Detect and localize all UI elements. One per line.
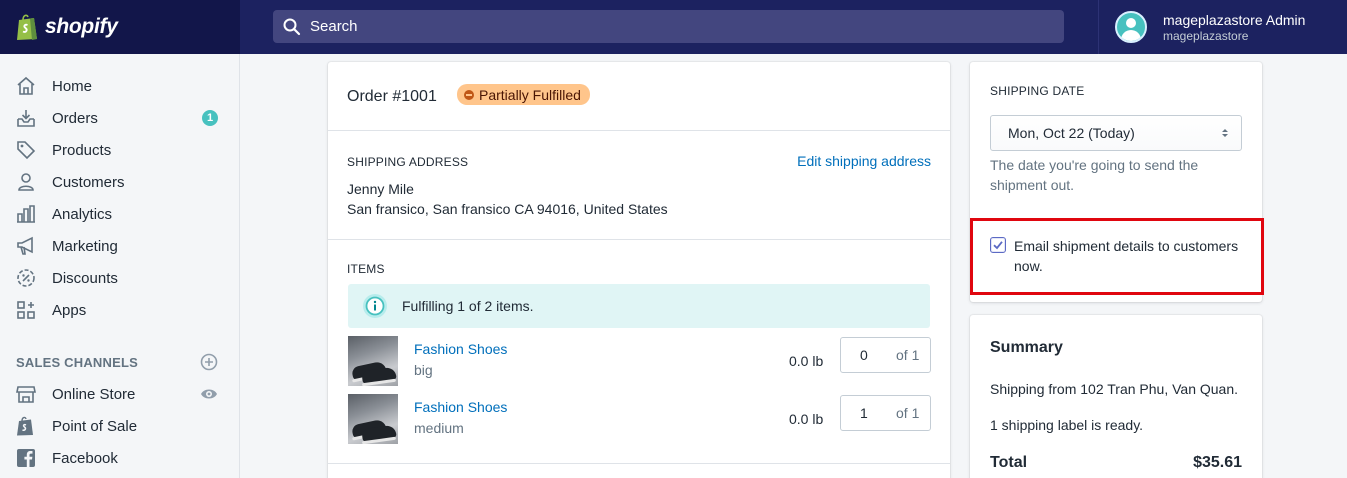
shipping-date-heading: SHIPPING DATE [990, 84, 1085, 98]
sidebar-item-facebook[interactable]: Facebook [0, 442, 239, 474]
order-title: Order #1001 [347, 88, 437, 105]
sidebar-item-label: Customers [52, 173, 125, 191]
total-value: $35.61 [1193, 454, 1242, 471]
apps-icon [15, 299, 37, 321]
sidebar-item-point-of-sale[interactable]: Point of Sale [0, 410, 239, 442]
edit-shipping-address-link[interactable]: Edit shipping address [797, 153, 931, 169]
sidebar-item-label: Apps [52, 301, 87, 319]
sidebar-item-label: Facebook [52, 449, 118, 467]
sidebar-item-label: Point of Sale [52, 417, 138, 435]
summary-card: Summary Shipping from 102 Tran Phu, Van … [970, 315, 1262, 478]
bar-chart-icon [15, 203, 37, 225]
order-header: Order #1001 Partially Fulfilled [328, 62, 950, 131]
sidebar-item-analytics[interactable]: Analytics [0, 198, 239, 230]
product-variant: big [414, 362, 433, 378]
sales-channels-heading: SALES CHANNELS [16, 355, 138, 370]
megaphone-icon [15, 235, 37, 257]
quantity-field[interactable]: 0 of 1 [840, 337, 931, 373]
info-banner: Fulfilling 1 of 2 items. [348, 284, 930, 328]
sidebar-item-home[interactable]: Home [0, 70, 239, 102]
sidebar-item-label: Products [52, 141, 112, 159]
user-menu[interactable]: mageplazastore Admin mageplazastore [1098, 0, 1347, 54]
labels-ready: 1 shipping label is ready. [990, 417, 1144, 433]
status-badge-label: Partially Fulfilled [479, 86, 581, 103]
sidebar-item-label: Online Store [52, 385, 136, 403]
brand-name: shopify [45, 15, 118, 38]
quantity-value: 1 [860, 405, 868, 421]
shipping-from: Shipping from 102 Tran Phu, Van Quan. [990, 381, 1239, 397]
info-icon [363, 294, 387, 318]
discount-icon [15, 267, 37, 289]
fulfillment-card: Order #1001 Partially Fulfilled SHIPPING… [328, 62, 950, 478]
sidebar: Home Orders 1 Products Customers Analyti… [0, 54, 240, 478]
user-name: mageplazastore Admin [1163, 11, 1306, 28]
items-section: ITEMS Fulfilling 1 of 2 items. Fashion S… [328, 240, 950, 464]
sidebar-item-label: Orders [52, 109, 98, 127]
list-item: Fashion Shoes big 0.0 lb 0 of 1 [348, 336, 931, 386]
sidebar-item-marketing[interactable]: Marketing [0, 230, 239, 262]
product-thumbnail [348, 336, 398, 386]
search-input[interactable]: Search [273, 10, 1064, 43]
shopify-bag-icon [17, 14, 37, 40]
product-link[interactable]: Fashion Shoes [414, 341, 507, 357]
shipping-date-value: Mon, Oct 22 (Today) [1008, 125, 1135, 141]
product-thumbnail [348, 394, 398, 444]
sidebar-item-label: Discounts [52, 269, 118, 287]
quantity-total: of 1 [896, 347, 920, 363]
summary-title: Summary [990, 339, 1063, 356]
search-icon [283, 18, 301, 35]
product-variant: medium [414, 420, 464, 436]
orders-icon [15, 107, 37, 129]
address-name: Jenny Mile [347, 181, 414, 197]
status-badge: Partially Fulfilled [457, 84, 590, 105]
add-channel-icon[interactable] [200, 353, 218, 371]
user-store: mageplazastore [1163, 28, 1249, 43]
info-banner-text: Fulfilling 1 of 2 items. [402, 298, 534, 314]
shipping-address-section: SHIPPING ADDRESS Edit shipping address J… [328, 131, 950, 240]
sidebar-item-discounts[interactable]: Discounts [0, 262, 239, 294]
product-link[interactable]: Fashion Shoes [414, 399, 507, 415]
quantity-value: 0 [860, 347, 868, 363]
sidebar-item-label: Analytics [52, 205, 113, 223]
top-bar: shopify Search mageplazastore Admin mage… [0, 0, 1347, 54]
shipping-address-heading: SHIPPING ADDRESS [347, 155, 469, 169]
shopify-bag-icon [15, 415, 37, 437]
total-label: Total [990, 454, 1028, 471]
address-line: San fransico, San fransico CA 94016, Uni… [347, 201, 668, 217]
sidebar-item-label: Home [52, 77, 93, 95]
sidebar-item-products[interactable]: Products [0, 134, 239, 166]
items-heading: ITEMS [347, 262, 385, 276]
search-placeholder: Search [310, 18, 358, 35]
sidebar-item-orders[interactable]: Orders 1 [0, 102, 239, 134]
logo[interactable]: shopify [0, 0, 240, 54]
sidebar-item-online-store[interactable]: Online Store [0, 378, 239, 410]
eye-icon[interactable] [200, 387, 218, 401]
avatar [1115, 11, 1147, 43]
quantity-field[interactable]: 1 of 1 [840, 395, 931, 431]
sidebar-item-label: Marketing [52, 237, 118, 255]
home-icon [15, 75, 37, 97]
shipping-date-help: The date you're going to send the shipme… [990, 157, 1199, 193]
product-weight: 0.0 lb [789, 353, 824, 369]
facebook-icon [15, 447, 37, 469]
store-icon [15, 383, 37, 405]
highlight-box [970, 218, 1264, 295]
orders-count-badge: 1 [202, 110, 218, 126]
shipping-date-select[interactable]: Mon, Oct 22 (Today) [990, 115, 1242, 151]
product-weight: 0.0 lb [789, 411, 824, 427]
select-arrows-icon [1222, 129, 1228, 137]
quantity-total: of 1 [896, 405, 920, 421]
sidebar-item-apps[interactable]: Apps [0, 294, 239, 326]
person-icon [15, 171, 37, 193]
sidebar-item-customers[interactable]: Customers [0, 166, 239, 198]
partial-status-icon [464, 89, 474, 100]
list-item: Fashion Shoes medium 0.0 lb 1 of 1 [348, 394, 931, 444]
tag-icon [15, 139, 37, 161]
